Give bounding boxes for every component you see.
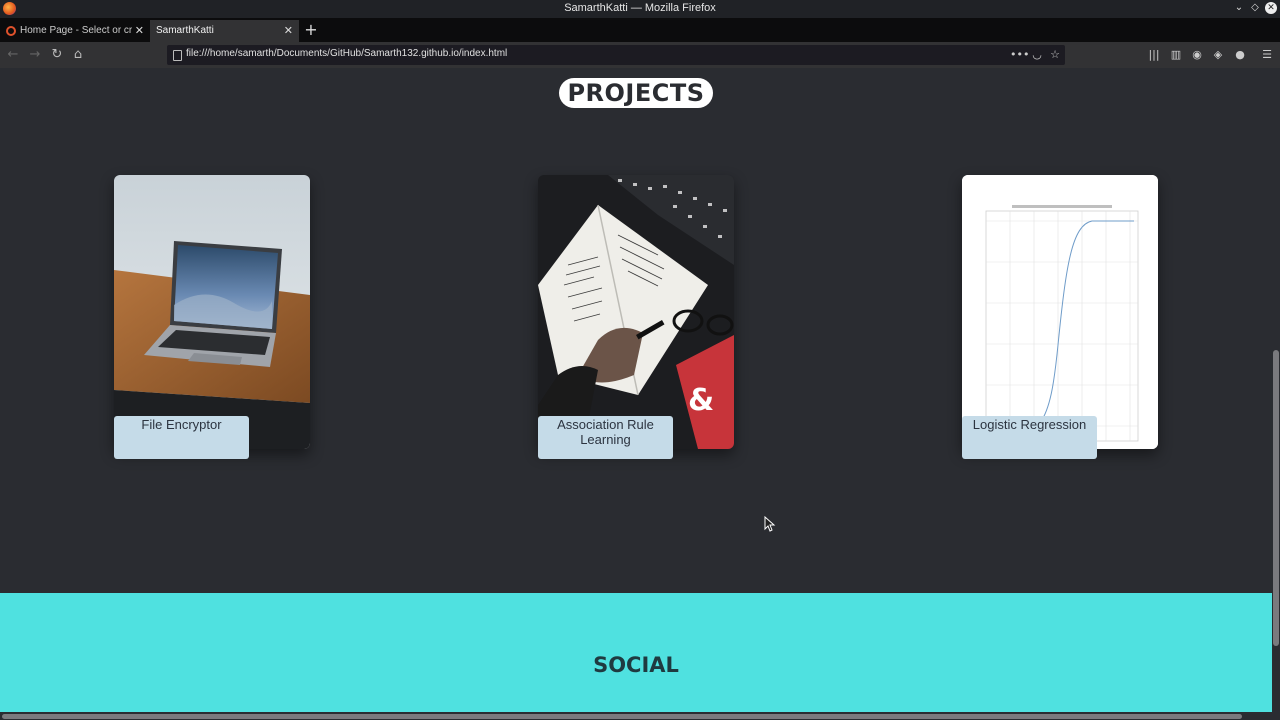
tab-label: SamarthKatti — [156, 25, 214, 36]
url-text[interactable]: file:///home/samarth/Documents/GitHub/Sa… — [186, 48, 507, 59]
account-icon[interactable]: ◉ — [1188, 46, 1206, 64]
minimize-icon[interactable]: ⌄ — [1233, 2, 1245, 14]
navigation-toolbar: ← → ↻ ⌂ file:///home/samarth/Documents/G… — [0, 42, 1280, 68]
window-title: SamarthKatti — Mozilla Firefox — [564, 2, 716, 14]
home-icon[interactable]: ⌂ — [69, 46, 87, 64]
vertical-scrollbar[interactable] — [1272, 68, 1280, 712]
reload-icon[interactable]: ↻ — [48, 46, 66, 64]
social-heading: SOCIAL — [593, 653, 679, 677]
close-tab-icon[interactable]: ✕ — [135, 20, 144, 42]
sigmoid-graph-image — [962, 175, 1158, 449]
close-tab-icon[interactable]: ✕ — [284, 20, 293, 42]
sidebar-icon[interactable]: ▥ — [1167, 46, 1185, 64]
projects-heading: PROJECTS — [559, 78, 713, 108]
project-label[interactable]: Association Rule Learning — [538, 416, 673, 459]
notebook-image: & — [538, 175, 734, 449]
hamburger-menu-icon[interactable]: ☰ — [1258, 46, 1276, 64]
tab-favicon-icon — [6, 26, 16, 36]
vertical-scrollbar-thumb[interactable] — [1273, 350, 1279, 646]
social-section: SOCIAL — [0, 593, 1272, 712]
project-card-logistic-regression[interactable] — [962, 175, 1158, 449]
svg-text:&: & — [688, 383, 714, 418]
forward-arrow-icon[interactable]: → — [26, 46, 44, 64]
url-bar[interactable]: file:///home/samarth/Documents/GitHub/Sa… — [167, 45, 1065, 65]
library-icon[interactable]: ||| — [1145, 46, 1163, 64]
page-actions-ellipsis-icon[interactable]: ••• — [1010, 47, 1029, 63]
tab-strip: Home Page - Select or cre ✕ SamarthKatti… — [0, 18, 1280, 42]
maximize-icon[interactable]: ◇ — [1249, 2, 1261, 14]
project-card-association-rule-learning[interactable]: & — [538, 175, 734, 449]
back-arrow-icon[interactable]: ← — [4, 46, 22, 64]
new-tab-plus-icon[interactable]: + — [302, 20, 320, 40]
tab-label: Home Page - Select or cre — [20, 25, 132, 36]
window-title-bar: SamarthKatti — Mozilla Firefox ⌄ ◇ ✕ — [0, 0, 1280, 18]
laptop-image — [114, 175, 310, 449]
project-label[interactable]: Logistic Regression — [962, 416, 1097, 459]
tab-samarthkatti[interactable]: SamarthKatti ✕ — [150, 20, 299, 42]
horizontal-scrollbar-thumb[interactable] — [2, 714, 1242, 719]
extension-colored-icon[interactable]: ● — [1231, 46, 1249, 64]
project-label[interactable]: File Encryptor — [114, 416, 249, 459]
tab-home-page[interactable]: Home Page - Select or cre ✕ — [0, 20, 150, 42]
bookmark-star-icon[interactable]: ☆ — [1047, 47, 1063, 63]
close-window-icon[interactable]: ✕ — [1265, 2, 1277, 14]
extension-icon[interactable]: ◈ — [1209, 46, 1227, 64]
page-content: PROJECTS & File Encryptor Association Ru… — [0, 68, 1272, 712]
horizontal-scrollbar[interactable] — [0, 712, 1280, 720]
mouse-cursor-icon — [764, 516, 776, 532]
pocket-icon[interactable]: ◡ — [1029, 47, 1045, 63]
page-info-icon[interactable] — [173, 50, 182, 61]
project-card-file-encryptor[interactable] — [114, 175, 310, 449]
